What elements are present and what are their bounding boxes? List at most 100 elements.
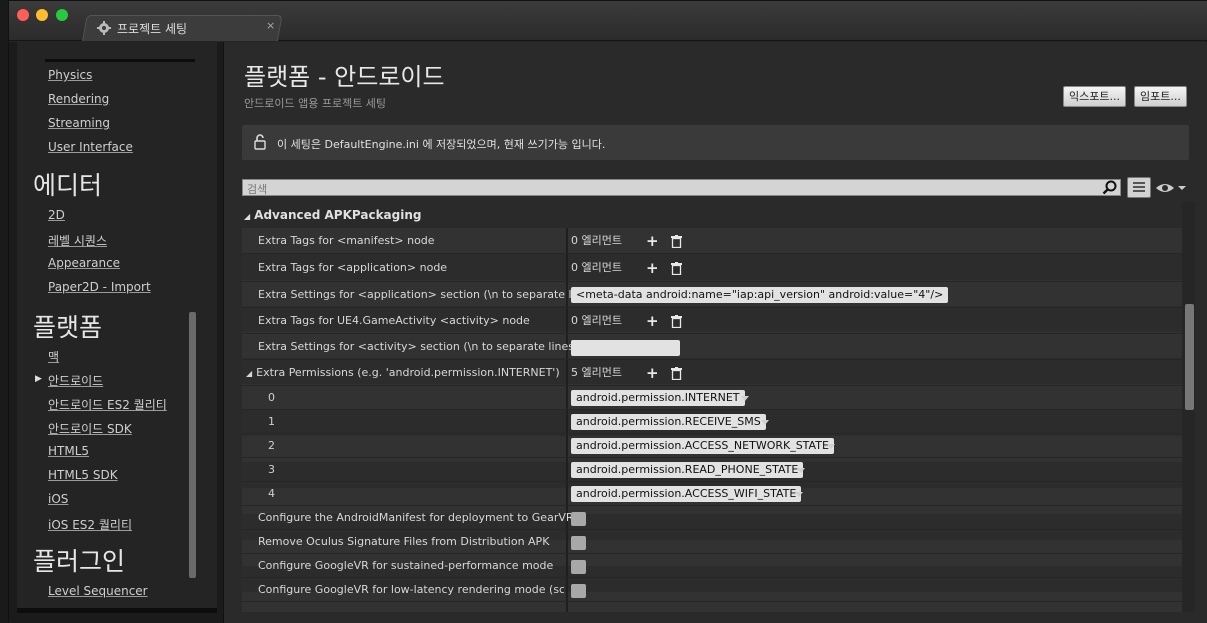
config-notice: 이 세팅은 DefaultEngine.ini 에 저장되었으며, 현재 쓰기가… [242, 125, 1189, 160]
permission-text[interactable]: android.permission.INTERNET [571, 390, 745, 406]
close-window-button[interactable] [17, 9, 29, 21]
permission-text[interactable]: android.permission.RECEIVE_SMS [571, 414, 766, 430]
permission-row: 3 android.permission.READ_PHONE_STATE [242, 458, 1189, 482]
element-index: 1 [268, 415, 275, 428]
googlevr-low-latency-checkbox[interactable] [571, 584, 586, 598]
trash-icon[interactable] [671, 235, 682, 249]
unlock-icon [254, 134, 266, 150]
sidebar-section-platform: 플랫폼 [33, 313, 103, 342]
sidebar-item-android-sdk[interactable]: 안드로이드 SDK [48, 420, 132, 437]
permission-value[interactable]: android.permission.INTERNET [571, 386, 745, 410]
visibility-options-icon[interactable] [1155, 181, 1187, 195]
checkbox-row: Configure GoogleVR for sustained-perform… [242, 554, 1189, 578]
details-scrollbar-thumb[interactable] [1185, 304, 1194, 410]
sidebar-scrollbar[interactable] [189, 312, 196, 578]
minimize-window-button[interactable] [36, 9, 48, 21]
chevron-down-icon[interactable] [827, 444, 835, 449]
trash-icon[interactable] [671, 262, 682, 276]
property-label: Configure GoogleVR for sustained-perform… [258, 559, 554, 572]
sidebar-item-level-sequencer[interactable]: Level Sequencer [48, 584, 148, 598]
sidebar-item-ios-es2-quality[interactable]: iOS ES2 퀄리티 [48, 516, 132, 533]
expand-arrow-icon[interactable]: ◢ [246, 369, 252, 378]
sidebar-item-android[interactable]: 안드로이드 [48, 372, 103, 389]
content-area: Physics Rendering Streaming User Interfa… [9, 42, 1207, 623]
search-placeholder: 검색 [247, 183, 268, 196]
element-index: 3 [268, 463, 275, 476]
property-row: Extra Settings for <activity> section (\… [242, 334, 1189, 360]
maximize-window-button[interactable] [56, 9, 68, 21]
sidebar-item-appearance[interactable]: Appearance [48, 256, 120, 270]
export-button[interactable]: 익스포트... [1063, 86, 1126, 107]
property-value: 0 엘리먼트 [571, 234, 622, 247]
sidebar-item-android-es2-quality[interactable]: 안드로이드 ES2 퀄리티 [48, 396, 167, 413]
chevron-down-icon[interactable] [797, 468, 805, 473]
tab-label-area: 프로젝트 세팅 [93, 15, 273, 41]
property-value: 5 엘리먼트 [571, 366, 622, 379]
property-value[interactable]: <meta-data android:name="iap:api_version… [571, 282, 949, 308]
title-bar: 프로젝트 세팅 × [9, 1, 1207, 41]
sidebar-item-paper2d-import[interactable]: Paper2D - Import [48, 280, 151, 294]
chevron-down-icon[interactable] [795, 492, 803, 497]
add-element-icon[interactable]: + [646, 313, 659, 329]
add-element-icon[interactable]: + [646, 260, 659, 276]
import-button[interactable]: 임포트... [1134, 86, 1187, 107]
permission-value[interactable]: android.permission.ACCESS_WIFI_STATE [571, 482, 802, 506]
googlevr-sustained-checkbox[interactable] [571, 560, 586, 574]
collapse-arrow-icon: ◢ [244, 212, 251, 221]
page-title: 플랫폼 - 안드로이드 [244, 63, 445, 91]
permission-row: 1 android.permission.RECEIVE_SMS [242, 410, 1189, 434]
sidebar-item-rendering[interactable]: Rendering [48, 92, 109, 106]
permission-row: 4 android.permission.ACCESS_WIFI_STATE [242, 482, 1189, 506]
notice-text: 이 세팅은 DefaultEngine.ini 에 저장되었으며, 현재 쓰기가… [277, 138, 606, 151]
text-field[interactable] [571, 340, 680, 356]
text-field-value[interactable]: <meta-data android:name="iap:api_version… [571, 287, 949, 303]
sidebar-item-html5-sdk[interactable]: HTML5 SDK [48, 468, 118, 482]
sidebar-item-html5[interactable]: HTML5 [48, 444, 89, 458]
permission-value[interactable]: android.permission.ACCESS_NETWORK_STATE [571, 434, 834, 458]
property-label: Configure the AndroidManifest for deploy… [258, 511, 574, 524]
checkbox-row: Configure GoogleVR for low-latency rende… [242, 578, 1189, 602]
sidebar-item-user-interface[interactable]: User Interface [48, 140, 133, 154]
tab-title: 프로젝트 세팅 [117, 21, 188, 36]
view-list-button[interactable] [1127, 177, 1151, 198]
chevron-down-icon[interactable] [741, 396, 749, 401]
sidebar-item-level-sequence[interactable]: 레벨 시퀀스 [48, 232, 107, 249]
permission-text[interactable]: android.permission.ACCESS_NETWORK_STATE [571, 438, 834, 454]
property-label: Extra Tags for UE4.GameActivity <activit… [258, 314, 530, 327]
property-table: Extra Tags for <manifest> node 0 엘리먼트 + … [242, 228, 1189, 612]
element-index: 4 [268, 487, 275, 500]
property-value: 0 엘리먼트 [571, 261, 622, 274]
property-label: Configure GoogleVR for low-latency rende… [258, 583, 564, 596]
sidebar-item-streaming[interactable]: Streaming [48, 116, 110, 130]
chevron-down-icon[interactable] [761, 420, 769, 425]
sidebar-bottom-edge [17, 608, 217, 613]
property-label: Remove Oculus Signature Files from Distr… [258, 535, 550, 548]
add-element-icon[interactable]: + [646, 233, 659, 249]
sidebar-item-ios[interactable]: iOS [48, 492, 68, 506]
search-input[interactable]: 검색 [242, 179, 1121, 196]
trash-icon[interactable] [671, 315, 682, 329]
settings-sidebar: Physics Rendering Streaming User Interfa… [17, 42, 217, 612]
gear-icon [97, 21, 111, 35]
property-row: Extra Tags for <application> node 0 엘리먼트… [242, 254, 1189, 282]
element-index: 2 [268, 439, 275, 452]
property-value: 0 엘리먼트 [571, 314, 622, 327]
sidebar-divider [45, 59, 195, 62]
sidebar-item-physics[interactable]: Physics [48, 68, 92, 82]
permission-value[interactable]: android.permission.READ_PHONE_STATE [571, 458, 804, 482]
trash-icon[interactable] [671, 367, 682, 381]
remove-oculus-signature-checkbox[interactable] [571, 536, 586, 550]
property-label: Extra Settings for <application> section… [258, 288, 599, 301]
sidebar-item-2d[interactable]: 2D [48, 208, 65, 222]
category-header[interactable]: ◢ Advanced APKPackaging [244, 208, 422, 222]
add-element-icon[interactable]: + [646, 365, 659, 381]
close-tab-icon[interactable]: × [266, 19, 275, 32]
permission-text[interactable]: android.permission.ACCESS_WIFI_STATE [571, 486, 802, 502]
gearvr-manifest-checkbox[interactable] [571, 512, 586, 526]
permission-text[interactable]: android.permission.READ_PHONE_STATE [571, 462, 804, 478]
editor-window: 프로젝트 세팅 × Physics Rendering Streaming Us… [8, 0, 1207, 623]
search-icon [1102, 180, 1118, 195]
settings-main: 플랫폼 - 안드로이드 안드로이드 앱용 프로젝트 세팅 익스포트... 임포트… [223, 42, 1207, 623]
permission-value[interactable]: android.permission.RECEIVE_SMS [571, 410, 766, 434]
sidebar-item-mac[interactable]: 맥 [48, 348, 59, 365]
